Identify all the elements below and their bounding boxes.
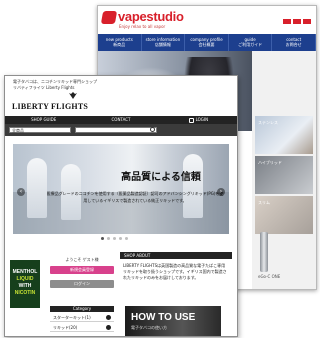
- panel-label: ハイブリッド: [258, 160, 282, 165]
- search-icon[interactable]: [150, 127, 155, 132]
- panel-label: ステンレス: [258, 120, 278, 125]
- category-item[interactable]: リキッド(20): [50, 324, 114, 332]
- register-button[interactable]: 新規会員登録: [50, 266, 114, 274]
- banner-line: NICOTIN: [14, 290, 36, 296]
- vapestudio-nav: new products 新商品 store information 店舗情報 …: [98, 34, 316, 51]
- banner-line: WITH: [18, 283, 32, 289]
- nav-new-products[interactable]: new products 新商品: [98, 34, 142, 51]
- product-label[interactable]: eGo-C ONE: [258, 274, 280, 279]
- slider-next-button[interactable]: ›: [217, 188, 225, 196]
- how-to-use-subtitle: 電子タバコの使い方: [131, 325, 167, 330]
- vapestudio-header-buttons: [283, 19, 311, 24]
- banner-text: MENTHOL LIQUID WITH NICOTIN: [11, 269, 39, 297]
- category-panel-stainless[interactable]: ステンレス: [255, 116, 313, 154]
- nav-login[interactable]: LOGIN: [160, 116, 237, 124]
- slider-dot[interactable]: [119, 237, 122, 240]
- login-button[interactable]: ログイン: [50, 280, 114, 288]
- how-to-use-title: HOW TO USE: [131, 312, 196, 323]
- search-input[interactable]: [75, 127, 157, 133]
- lock-icon: [188, 117, 194, 123]
- slider-caption: 医療品グレードのニコチンを使用する（医薬品製造認証）認可のアドバンシングリキッド…: [46, 191, 224, 203]
- category-title: Category: [50, 306, 114, 312]
- liberty-flights-window: 電子タバコは、ニコチンリキッド専門ショップ リバティフライツ Liberty F…: [4, 75, 238, 337]
- arrow-icon: [106, 315, 111, 320]
- slider-dot[interactable]: [125, 237, 128, 240]
- arrow-icon: [106, 325, 111, 330]
- lab-worker: [183, 154, 203, 218]
- slider-dot[interactable]: [113, 237, 116, 240]
- lab-worker: [27, 158, 47, 218]
- banner-line: MENTHOL: [12, 269, 38, 275]
- shop-about-text: LIBERTY FLIGHTSは英国製造の高品質な電子たばこ専用リキッドを取り扱…: [123, 263, 227, 280]
- slider-dot[interactable]: [101, 237, 104, 240]
- category-item-label: リキッド(20): [53, 325, 78, 330]
- category-panel-hybrid[interactable]: ハイブリッド: [255, 156, 313, 194]
- hero-slider[interactable]: 高品質による信頼 医療品グレードのニコチンを使用する（医薬品製造認証）認可のアド…: [13, 144, 229, 234]
- category-item-label: スターターキット(1): [53, 315, 91, 320]
- category-select[interactable]: 全商品: [9, 127, 71, 133]
- banner-line: LIQUID: [16, 276, 34, 282]
- category-panel-slim[interactable]: スリム: [255, 196, 313, 234]
- how-to-use-banner[interactable]: HOW TO USE 電子タバコの使い方: [125, 306, 221, 336]
- vapestudio-tagline: Enjoy relax to all vapor: [119, 24, 166, 29]
- slider-dot[interactable]: [107, 237, 110, 240]
- nav-guide[interactable]: guide ご利用ガイド: [229, 34, 273, 51]
- nav-shop-guide[interactable]: SHOP GUIDE: [5, 116, 82, 124]
- liberty-nav: SHOP GUIDE CONTACT LOGIN: [5, 116, 237, 124]
- nav-company-profile[interactable]: company profile 会社概要: [185, 34, 229, 51]
- vapestudio-logo[interactable]: vapestudio: [118, 9, 184, 25]
- shop-about-heading: SHOP ABOUT: [120, 252, 232, 259]
- liberty-logo[interactable]: LIBERTY FLIGHTS: [12, 102, 88, 112]
- slider-dots: [101, 237, 128, 240]
- login-button[interactable]: [303, 19, 311, 24]
- nav-contact[interactable]: contact お問合せ: [272, 34, 316, 51]
- nav-contact[interactable]: CONTACT: [82, 116, 159, 124]
- menthol-liquid-banner[interactable]: MENTHOL LIQUID WITH NICOTIN: [10, 260, 40, 308]
- wings-logo-icon: [69, 92, 77, 99]
- vapestudio-header: vapestudio Enjoy relax to all vapor: [98, 6, 316, 34]
- category-item[interactable]: スターターキット(1): [50, 314, 114, 322]
- liberty-tagline: 電子タバコは、ニコチンリキッド専門ショップ リバティフライツ Liberty F…: [13, 79, 97, 90]
- product-image[interactable]: [260, 232, 268, 272]
- welcome-title: ようこそ ゲスト様: [65, 257, 99, 262]
- slider-prev-button[interactable]: ‹: [17, 188, 25, 196]
- vapestudio-logo-icon: [100, 11, 118, 24]
- member-button[interactable]: [293, 19, 301, 24]
- slider-headline: 高品質による信頼: [121, 172, 201, 183]
- nav-login-label: LOGIN: [195, 117, 209, 122]
- panel-label: スリム: [258, 200, 270, 205]
- nav-store-information[interactable]: store information 店舗情報: [142, 34, 186, 51]
- cart-button[interactable]: [283, 19, 291, 24]
